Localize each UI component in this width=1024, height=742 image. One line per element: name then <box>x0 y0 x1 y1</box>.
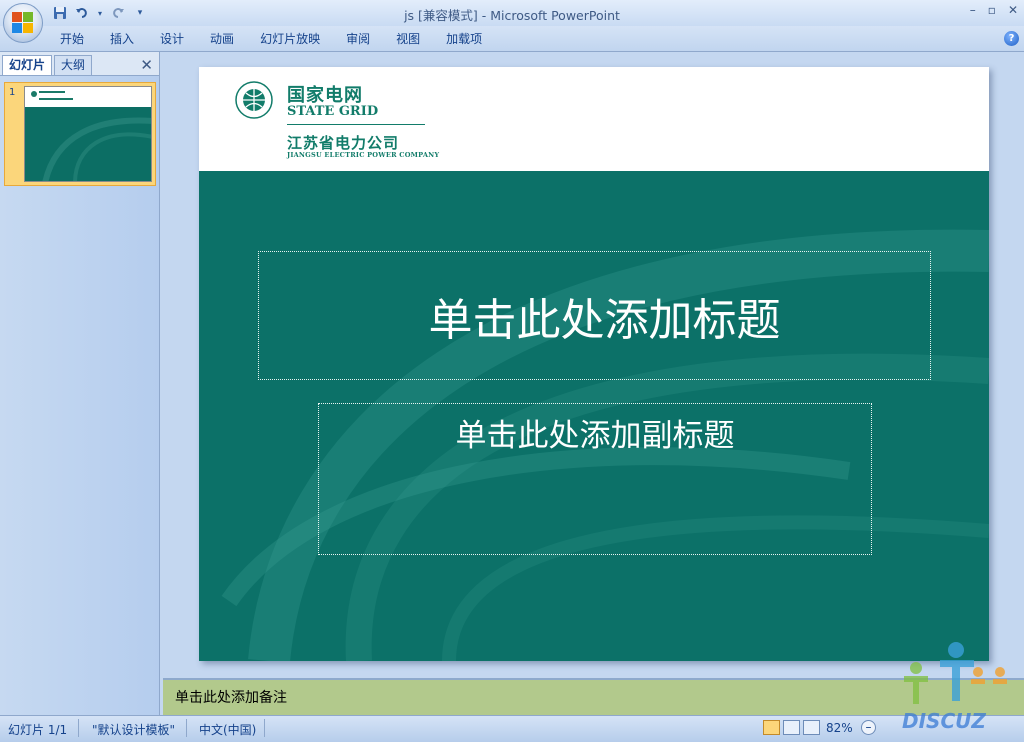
notes-pane[interactable]: 单击此处添加备注 <box>163 678 1024 715</box>
zoom-level[interactable]: 82% <box>826 721 853 735</box>
thumbnail-logo-icon <box>31 91 37 97</box>
logo-text-en: STATE GRID <box>287 104 379 119</box>
tab-slides[interactable]: 幻灯片 <box>2 55 53 75</box>
ribbon-tab-bar: 开始 插入 设计 动画 幻灯片放映 审阅 视图 加载项 ? <box>0 26 1024 52</box>
tab-home[interactable]: 开始 <box>48 31 97 47</box>
slide-number: 1 <box>9 87 16 98</box>
restore-icon[interactable]: ▫ <box>988 3 996 17</box>
company-name-en: JIANGSU ELECTRIC POWER COMPANY <box>287 151 440 159</box>
status-separator <box>78 719 79 737</box>
status-separator <box>186 719 187 737</box>
office-button[interactable] <box>3 3 43 43</box>
help-icon[interactable]: ? <box>1004 31 1019 46</box>
notes-placeholder[interactable]: 单击此处添加备注 <box>175 687 287 707</box>
slide-editing-area: 国家电网 STATE GRID 江苏省电力公司 JIANGSU ELECTRIC… <box>161 52 1024 677</box>
close-icon[interactable]: ✕ <box>1008 3 1018 17</box>
view-buttons <box>763 720 820 735</box>
tab-addins[interactable]: 加载项 <box>433 31 495 47</box>
office-logo-icon <box>12 12 34 34</box>
watermark-text: DISCUZ <box>902 709 986 733</box>
tab-animation[interactable]: 动画 <box>197 31 247 47</box>
slide-sorter-view-icon[interactable] <box>783 720 800 735</box>
tab-insert[interactable]: 插入 <box>97 31 147 47</box>
window-controls: – ▫ ✕ <box>970 3 1018 17</box>
status-bar: 幻灯片 1/1 "默认设计模板" 中文(中国) 82% – <box>0 715 1024 742</box>
title-bar: ▾ ▾ js [兼容模式] - Microsoft PowerPoint – ▫… <box>0 0 1024 26</box>
tab-review[interactable]: 审阅 <box>333 31 383 47</box>
tab-design[interactable]: 设计 <box>147 31 197 47</box>
slide-canvas[interactable]: 国家电网 STATE GRID 江苏省电力公司 JIANGSU ELECTRIC… <box>199 67 989 661</box>
slide-counter: 幻灯片 1/1 <box>8 723 68 737</box>
tab-slideshow[interactable]: 幻灯片放映 <box>247 31 333 47</box>
slide-thumbnail-row[interactable]: 1 <box>4 82 156 186</box>
language-indicator[interactable]: 中文(中国) <box>199 721 256 738</box>
zoom-out-icon[interactable]: – <box>861 720 876 735</box>
slides-pane: 幻灯片 大纲 ✕ 1 <box>0 52 160 715</box>
state-grid-logo-icon <box>235 81 273 119</box>
discuz-watermark-icon: DISCUZ <box>902 642 1007 733</box>
slideshow-view-icon[interactable] <box>803 720 820 735</box>
pane-tabs: 幻灯片 大纲 ✕ <box>0 52 159 76</box>
thumbnail-logo-text <box>39 91 65 93</box>
tab-outline[interactable]: 大纲 <box>54 55 93 75</box>
thumbnail-logo-subtext <box>39 98 73 100</box>
thumbnail-band <box>25 107 151 181</box>
template-name[interactable]: "默认设计模板" <box>92 721 175 738</box>
tab-view[interactable]: 视图 <box>383 31 433 47</box>
logo-divider <box>287 124 425 125</box>
company-name-cn: 江苏省电力公司 <box>287 134 400 152</box>
slide-thumbnail[interactable] <box>24 86 152 182</box>
title-placeholder[interactable]: 单击此处添加标题 <box>258 251 931 380</box>
window-title: js [兼容模式] - Microsoft PowerPoint <box>404 8 620 23</box>
close-pane-icon[interactable]: ✕ <box>140 56 153 74</box>
normal-view-icon[interactable] <box>763 720 780 735</box>
slide-header: 国家电网 STATE GRID 江苏省电力公司 JIANGSU ELECTRIC… <box>199 67 989 171</box>
status-separator <box>264 719 265 737</box>
subtitle-placeholder[interactable]: 单击此处添加副标题 <box>318 403 872 555</box>
minimize-icon[interactable]: – <box>970 3 976 17</box>
